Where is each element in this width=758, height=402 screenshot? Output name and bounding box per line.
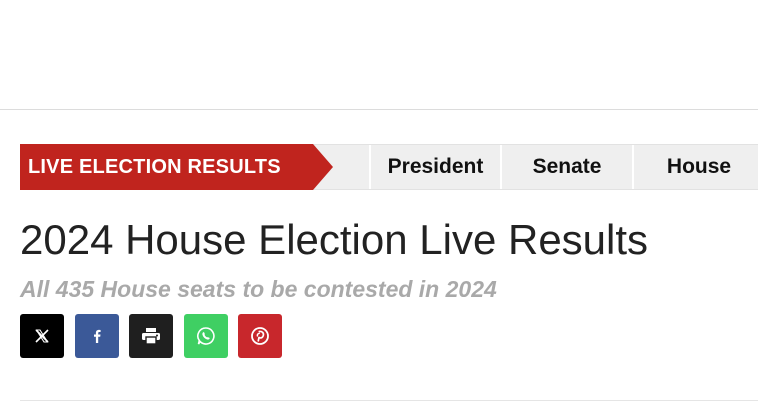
print-icon [142, 328, 160, 345]
banner-arrow [313, 144, 333, 190]
live-election-results-banner[interactable]: LIVE ELECTION RESULTS [20, 144, 313, 190]
facebook-icon [94, 329, 101, 343]
banner-label: LIVE ELECTION RESULTS [28, 155, 281, 178]
share-print-button[interactable] [129, 314, 173, 358]
tab-senate[interactable]: Senate [500, 145, 632, 189]
page-title: 2024 House Election Live Results [20, 216, 649, 263]
tab-president-label: President [387, 155, 484, 178]
pinterest-icon [251, 327, 269, 345]
x-icon [35, 329, 49, 343]
share-x-button[interactable] [20, 314, 64, 358]
election-nav-bar: LIVE ELECTION RESULTS President Senate H… [20, 144, 758, 190]
tab-president[interactable]: President [369, 145, 500, 189]
whatsapp-icon [197, 327, 215, 345]
share-pinterest-button[interactable] [238, 314, 282, 358]
content-divider [20, 400, 758, 401]
header-divider [0, 109, 758, 110]
share-facebook-button[interactable] [75, 314, 119, 358]
tab-senate-label: Senate [532, 155, 602, 178]
tab-house-label: House [666, 155, 732, 178]
share-whatsapp-button[interactable] [184, 314, 228, 358]
page-subtitle: All 435 House seats to be contested in 2… [20, 276, 497, 302]
tab-house[interactable]: House [632, 145, 758, 189]
